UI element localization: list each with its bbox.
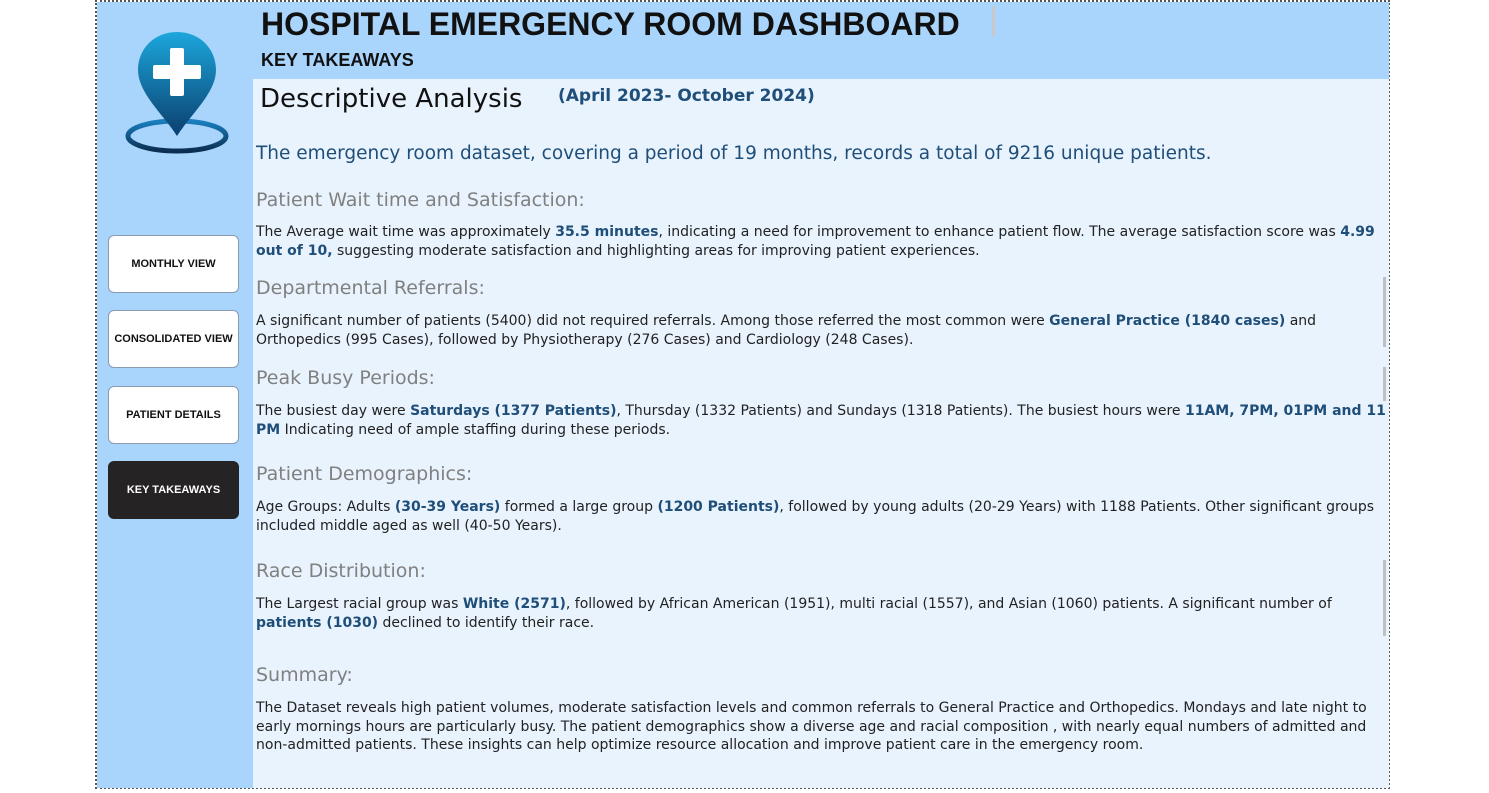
nav-patient-details-button[interactable]: PATIENT DETAILS xyxy=(108,386,239,444)
highlighted-figure: 35.5 minutes xyxy=(555,224,659,240)
analysis-title: Descriptive Analysis xyxy=(260,84,523,114)
highlighted-figure: patients (1030) xyxy=(256,614,379,631)
text-run: Age Groups: Adults xyxy=(256,499,395,515)
highlighted-figure: General Practice (1840 cases) xyxy=(1049,313,1286,329)
nav-key-takeaways-label: KEY TAKEAWAYS xyxy=(126,484,221,496)
analysis-period: (April 2023- October 2024) xyxy=(558,86,815,106)
nav-consolidated-view-button[interactable]: CONSOLIDATED VIEW xyxy=(108,310,239,368)
text-run: The Largest racial group was xyxy=(256,596,463,612)
section-text-wait-time: The Average wait time was approximately … xyxy=(256,223,1386,260)
text-run: Indicating need of ample staffing during… xyxy=(280,421,671,438)
page-title: HOSPITAL EMERGENCY ROOM DASHBOARD xyxy=(261,6,960,42)
section-heading-referrals: Departmental Referrals: xyxy=(256,277,485,299)
section-heading-summary: Summary: xyxy=(256,664,353,686)
scrollbar-indicator[interactable] xyxy=(1383,277,1386,347)
text-run: formed a large group xyxy=(500,499,658,515)
text-run: The Average wait time was approximately xyxy=(256,224,556,240)
header-banner: HOSPITAL EMERGENCY ROOM DASHBOARD KEY TA… xyxy=(253,2,1389,79)
highlighted-figure: (30-39 Years) xyxy=(394,499,501,515)
sidebar: MONTHLY VIEW CONSOLIDATED VIEW PATIENT D… xyxy=(97,2,253,788)
nav-consolidated-view-label: CONSOLIDATED VIEW xyxy=(114,333,233,345)
text-run: , indicating a need for improvement to e… xyxy=(658,224,1341,240)
header-divider xyxy=(992,6,995,36)
section-text-summary: The Dataset reveals high patient volumes… xyxy=(256,699,1386,755)
section-heading-race: Race Distribution: xyxy=(256,560,426,582)
text-run: A significant number of patients (5400) … xyxy=(256,313,1050,329)
section-heading-demographics: Patient Demographics: xyxy=(256,463,473,485)
section-heading-wait-time: Patient Wait time and Satisfaction: xyxy=(256,189,585,211)
nav-key-takeaways-button[interactable]: KEY TAKEAWAYS xyxy=(108,461,239,519)
scrollbar-indicator[interactable] xyxy=(1383,560,1386,636)
scrollbar-indicator[interactable] xyxy=(1383,367,1386,401)
text-run: , followed by African American (1951), m… xyxy=(565,596,1332,612)
section-text-race: The Largest racial group was White (2571… xyxy=(256,595,1386,632)
section-heading-peak-periods: Peak Busy Periods: xyxy=(256,367,435,389)
text-run: suggesting moderate satisfaction and hig… xyxy=(332,242,980,259)
highlighted-figure: (1200 Patients) xyxy=(657,499,780,515)
text-run: declined to identify their race. xyxy=(378,614,595,631)
analysis-lead-text: The emergency room dataset, covering a p… xyxy=(256,143,1212,164)
nav-patient-details-label: PATIENT DETAILS xyxy=(126,409,221,421)
section-text-referrals: A significant number of patients (5400) … xyxy=(256,312,1386,349)
hospital-location-pin-icon xyxy=(125,32,229,154)
highlighted-figure: White (2571) xyxy=(462,596,566,612)
nav-monthly-view-button[interactable]: MONTHLY VIEW xyxy=(108,235,239,293)
nav-monthly-view-label: MONTHLY VIEW xyxy=(131,258,216,270)
takeaways-panel: Descriptive Analysis (April 2023- Octobe… xyxy=(253,79,1389,788)
page-subtitle: KEY TAKEAWAYS xyxy=(261,50,414,70)
text-run: The busiest day were xyxy=(256,403,411,419)
section-text-peak-periods: The busiest day were Saturdays (1377 Pat… xyxy=(256,402,1386,439)
text-run: The Dataset reveals high patient volumes… xyxy=(256,700,1367,753)
section-text-demographics: Age Groups: Adults (30-39 Years) formed … xyxy=(256,498,1386,535)
text-run: , Thursday (1332 Patients) and Sundays (… xyxy=(616,403,1185,419)
highlighted-figure: Saturdays (1377 Patients) xyxy=(410,403,617,419)
